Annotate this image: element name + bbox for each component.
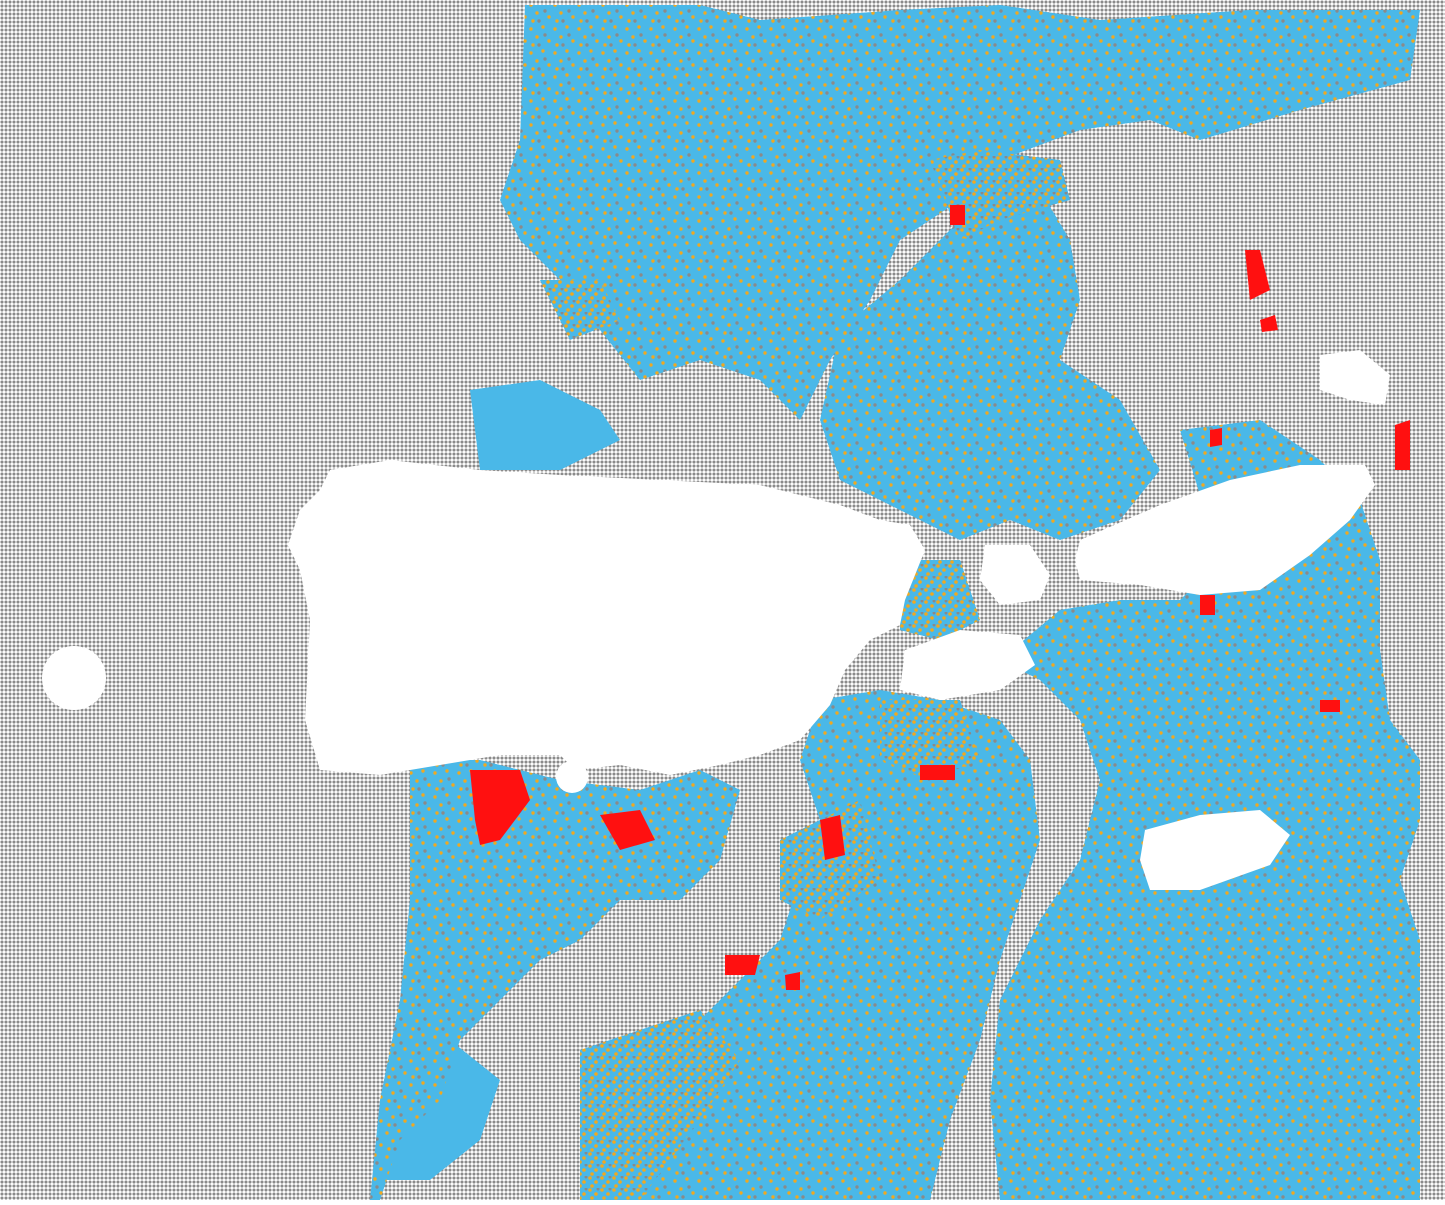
dot-grid-map bbox=[0, 0, 1445, 1205]
bottom-margin bbox=[0, 1200, 1445, 1205]
